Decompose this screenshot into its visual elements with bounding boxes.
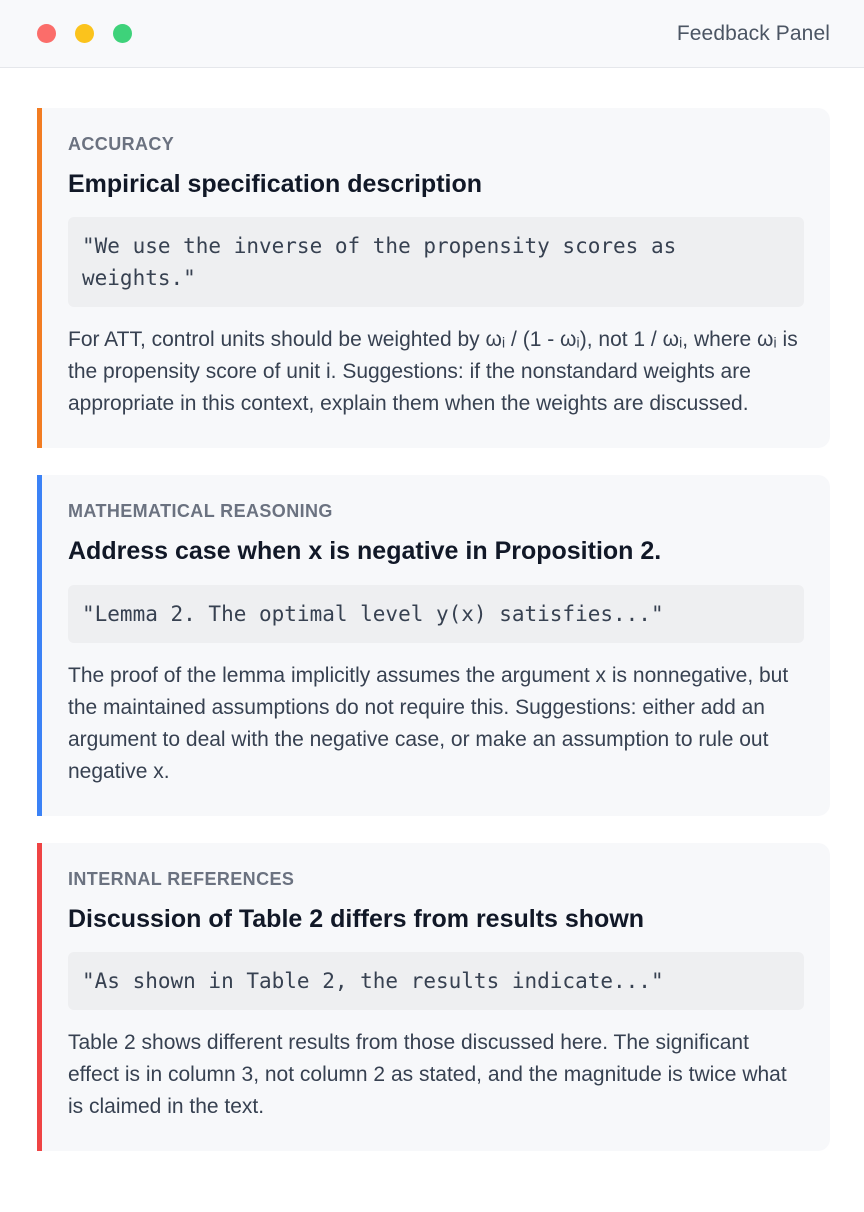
card-heading: Empirical specification description [68, 170, 483, 198]
card-quote: "Lemma 2. The optimal level y(x) satisfi… [68, 584, 804, 643]
window-title: Feedback Panel [676, 21, 830, 45]
card-category: ACCURACY [68, 134, 175, 154]
card-heading: Address case when x is negative in Propo… [68, 537, 662, 566]
maximize-window-button[interactable] [113, 24, 132, 43]
feedback-list: ACCURACY Empirical specification descrip… [0, 68, 864, 1151]
feedback-card-internal-references[interactable]: INTERNAL REFERENCES Discussion of Table … [37, 842, 830, 1151]
minimize-window-button[interactable] [75, 24, 94, 43]
card-heading: Discussion of Table 2 differs from resul… [68, 904, 645, 933]
card-quote: "As shown in Table 2, the results indica… [68, 951, 804, 1010]
close-window-button[interactable] [37, 24, 56, 43]
card-body: For ATT, control units should be weighte… [68, 328, 798, 416]
card-body: Table 2 shows different results from tho… [68, 1030, 787, 1118]
window-controls [37, 24, 132, 43]
card-category: INTERNAL REFERENCES [68, 868, 295, 889]
title-bar: Feedback Panel [0, 0, 864, 68]
card-category: MATHEMATICAL REASONING [68, 501, 333, 522]
feedback-card-accuracy[interactable]: ACCURACY Empirical specification descrip… [37, 108, 830, 449]
feedback-card-mathematical-reasoning[interactable]: MATHEMATICAL REASONING Address case when… [37, 475, 830, 816]
card-quote: "We use the inverse of the propensity sc… [68, 217, 804, 308]
feedback-window: Feedback Panel ACCURACY Empirical specif… [0, 0, 864, 1212]
card-body: The proof of the lemma implicitly assume… [68, 663, 789, 783]
